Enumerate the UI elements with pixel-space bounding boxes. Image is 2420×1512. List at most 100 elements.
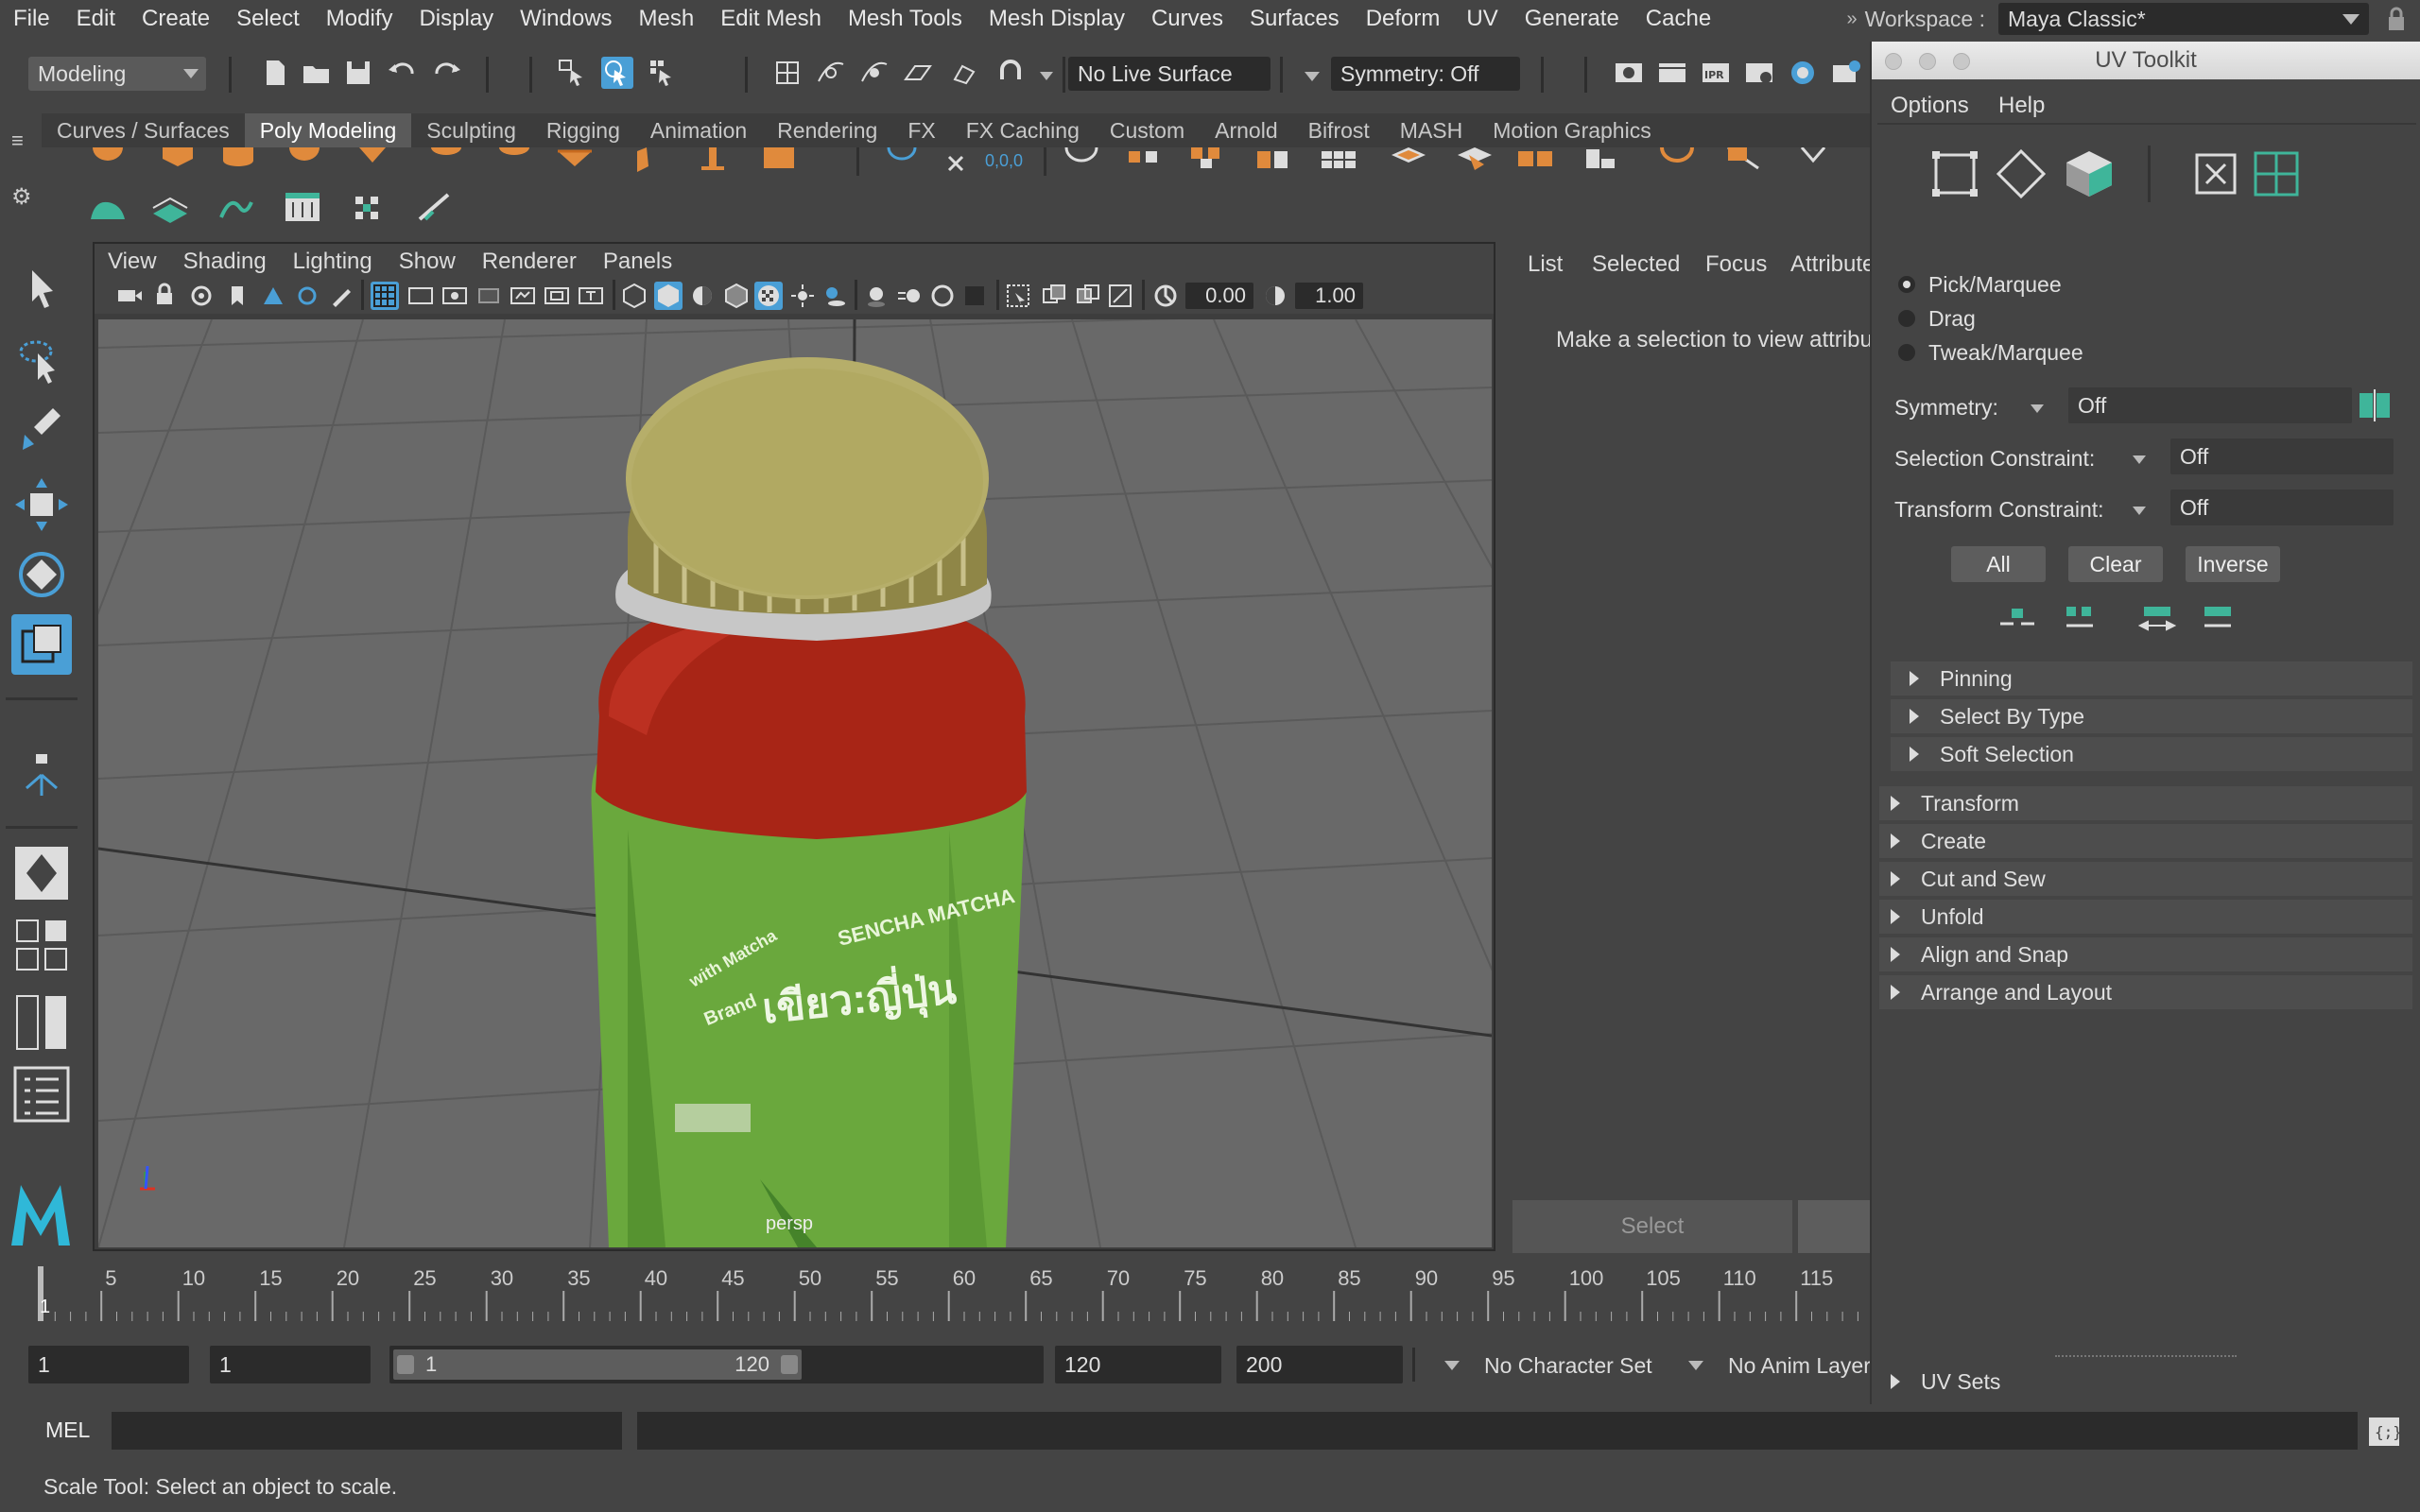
menu-modify[interactable]: Modify bbox=[313, 6, 406, 32]
poly-separate-icon[interactable] bbox=[1187, 147, 1225, 180]
camera-lock-icon[interactable] bbox=[151, 282, 180, 310]
workspace-dropdown[interactable]: Maya Classic* bbox=[1998, 3, 2369, 35]
menu-file[interactable]: File bbox=[0, 6, 63, 32]
menu-display[interactable]: Display bbox=[406, 6, 507, 32]
mode-drag-radio[interactable] bbox=[1898, 310, 1915, 327]
window-close-button[interactable] bbox=[1885, 53, 1902, 70]
menu-mesh-tools[interactable]: Mesh Tools bbox=[835, 6, 976, 32]
shelf-tab-arnold[interactable]: Arnold bbox=[1200, 113, 1292, 147]
section-transform[interactable]: Transform bbox=[1879, 786, 2412, 820]
selection-constraint-field[interactable]: Off bbox=[2170, 438, 2394, 474]
undo-icon[interactable] bbox=[386, 57, 418, 89]
rotate-tool-icon[interactable] bbox=[11, 544, 72, 605]
menu-generate[interactable]: Generate bbox=[1512, 6, 1633, 32]
shadows-icon[interactable] bbox=[821, 282, 849, 310]
section-select-by-type[interactable]: Select By Type bbox=[1891, 699, 2412, 733]
workspace-chevron-icon[interactable]: » bbox=[1846, 9, 1857, 30]
shelf-tab-curves-surfaces[interactable]: Curves / Surfaces bbox=[42, 113, 245, 147]
range-handle-right[interactable] bbox=[781, 1355, 798, 1374]
viewport-3d-scene[interactable]: SENCHA MATCHA with Matcha Brand เขียว:ญี… bbox=[98, 319, 1492, 1247]
screen-space-ao-icon[interactable] bbox=[862, 282, 890, 310]
menu-cache[interactable]: Cache bbox=[1633, 6, 1724, 32]
motion-blur-icon[interactable] bbox=[896, 282, 925, 310]
uvtk-splitter-handle[interactable] bbox=[2055, 1355, 2237, 1359]
symmetry-axis-icon[interactable] bbox=[2356, 387, 2394, 423]
chevron-down-icon[interactable] bbox=[1305, 72, 1320, 81]
uv-udim-select-icon[interactable] bbox=[2189, 147, 2242, 200]
four-view-layout-icon[interactable] bbox=[11, 915, 72, 975]
xray-joints-icon[interactable] bbox=[1106, 282, 1134, 310]
textured-icon[interactable] bbox=[754, 282, 783, 310]
uv-grid-icon[interactable] bbox=[2250, 147, 2303, 200]
attr-select-button[interactable]: Select bbox=[1512, 1200, 1792, 1253]
outliner-icon[interactable] bbox=[11, 1064, 72, 1125]
poly-append-icon[interactable] bbox=[1582, 147, 1620, 180]
gear-icon[interactable]: ⚙ bbox=[11, 183, 32, 211]
gamma-icon[interactable] bbox=[1261, 282, 1289, 310]
snap-view-plane-icon[interactable] bbox=[902, 57, 934, 89]
grow-along-loop-icon[interactable] bbox=[2199, 603, 2237, 635]
mode-tweak-marquee-label[interactable]: Tweak/Marquee bbox=[1928, 340, 2083, 366]
gamma-field[interactable]: 1.00 bbox=[1295, 283, 1363, 309]
mode-pick-marquee-label[interactable]: Pick/Marquee bbox=[1928, 272, 2062, 298]
time-slider[interactable]: 5 10 15 20 25 30 35 40 45 50 55 60 65 70 75 80 85 90 95 100… bbox=[19, 1263, 1862, 1325]
poly-pyramid-icon[interactable] bbox=[624, 147, 662, 180]
poly-bevel-icon[interactable] bbox=[1516, 147, 1554, 180]
resolution-gate-icon[interactable] bbox=[441, 282, 469, 310]
grow-selection-icon[interactable] bbox=[2061, 603, 2099, 635]
menu-deform[interactable]: Deform bbox=[1353, 6, 1454, 32]
attr-tab-selected[interactable]: Selected bbox=[1592, 251, 1680, 278]
poly-sphere-icon[interactable] bbox=[89, 147, 127, 180]
shelf-tab-rigging[interactable]: Rigging bbox=[531, 113, 635, 147]
wireframe-on-shaded-icon[interactable] bbox=[722, 282, 751, 310]
render-frame-icon[interactable] bbox=[1656, 57, 1688, 89]
select-components-icon[interactable] bbox=[647, 57, 679, 89]
menu-curves[interactable]: Curves bbox=[1138, 6, 1236, 32]
transform-reset-icon[interactable] bbox=[940, 149, 977, 181]
save-scene-icon[interactable] bbox=[342, 57, 374, 89]
xray-icon[interactable] bbox=[1040, 282, 1068, 310]
section-arrange-and-layout[interactable]: Arrange and Layout bbox=[1879, 975, 2412, 1009]
grease-pencil-icon[interactable] bbox=[327, 282, 355, 310]
measure-icon[interactable] bbox=[883, 147, 921, 180]
poly-mirror-icon[interactable] bbox=[1253, 147, 1291, 180]
section-create[interactable]: Create bbox=[1879, 824, 2412, 858]
depth-of-field-icon[interactable] bbox=[960, 282, 989, 310]
poly-insert-loop-icon[interactable] bbox=[1724, 147, 1762, 180]
uv-vertex-mode-icon[interactable] bbox=[1928, 147, 1981, 200]
default-lighting-icon[interactable] bbox=[688, 282, 717, 310]
sculpt-relax-icon[interactable] bbox=[89, 191, 127, 223]
poly-bridge-icon[interactable] bbox=[1456, 147, 1494, 180]
attr-tab-list[interactable]: List bbox=[1528, 251, 1563, 278]
xray-active-components-icon[interactable] bbox=[1074, 282, 1102, 310]
shrink-along-loop-icon[interactable] bbox=[2138, 603, 2176, 635]
section-soft-selection[interactable]: Soft Selection bbox=[1891, 737, 2412, 771]
persp-outliner-layout-icon[interactable] bbox=[11, 992, 72, 1053]
select-hierarchy-icon[interactable] bbox=[556, 57, 588, 89]
window-minimize-button[interactable] bbox=[1919, 53, 1936, 70]
viewport-menu-lighting[interactable]: Lighting bbox=[280, 249, 386, 275]
poly-fill-hole-icon[interactable] bbox=[1658, 147, 1696, 180]
shelf-tab-sculpting[interactable]: Sculpting bbox=[411, 113, 531, 147]
anti-aliasing-icon[interactable] bbox=[928, 282, 957, 310]
script-language-toggle[interactable]: MEL bbox=[45, 1418, 90, 1443]
uvtk-menu-options[interactable]: Options bbox=[1891, 93, 1969, 119]
poly-platonic-icon[interactable] bbox=[556, 147, 594, 180]
command-input[interactable] bbox=[112, 1412, 622, 1450]
bookmark-icon[interactable] bbox=[223, 282, 251, 310]
two-d-pan-zoom-icon[interactable] bbox=[293, 282, 321, 310]
scale-tool-icon[interactable] bbox=[11, 614, 72, 675]
smooth-shade-icon[interactable] bbox=[654, 282, 683, 310]
gate-mask-icon[interactable] bbox=[475, 282, 503, 310]
section-align-and-snap[interactable]: Align and Snap bbox=[1879, 937, 2412, 971]
uv-symmetry-field[interactable]: Off bbox=[2068, 387, 2352, 423]
snap-curve-icon[interactable] bbox=[815, 57, 847, 89]
menu-edit-mesh[interactable]: Edit Mesh bbox=[707, 6, 835, 32]
snap-live-icon[interactable] bbox=[949, 57, 981, 89]
image-plane-icon[interactable] bbox=[259, 282, 287, 310]
camera-attributes-icon[interactable] bbox=[187, 282, 216, 310]
uv-shell-mode-icon[interactable] bbox=[2063, 147, 2116, 200]
mode-tweak-marquee-radio[interactable] bbox=[1898, 344, 1915, 361]
chevron-down-icon[interactable] bbox=[2133, 455, 2146, 464]
snap-point-icon[interactable] bbox=[858, 57, 890, 89]
